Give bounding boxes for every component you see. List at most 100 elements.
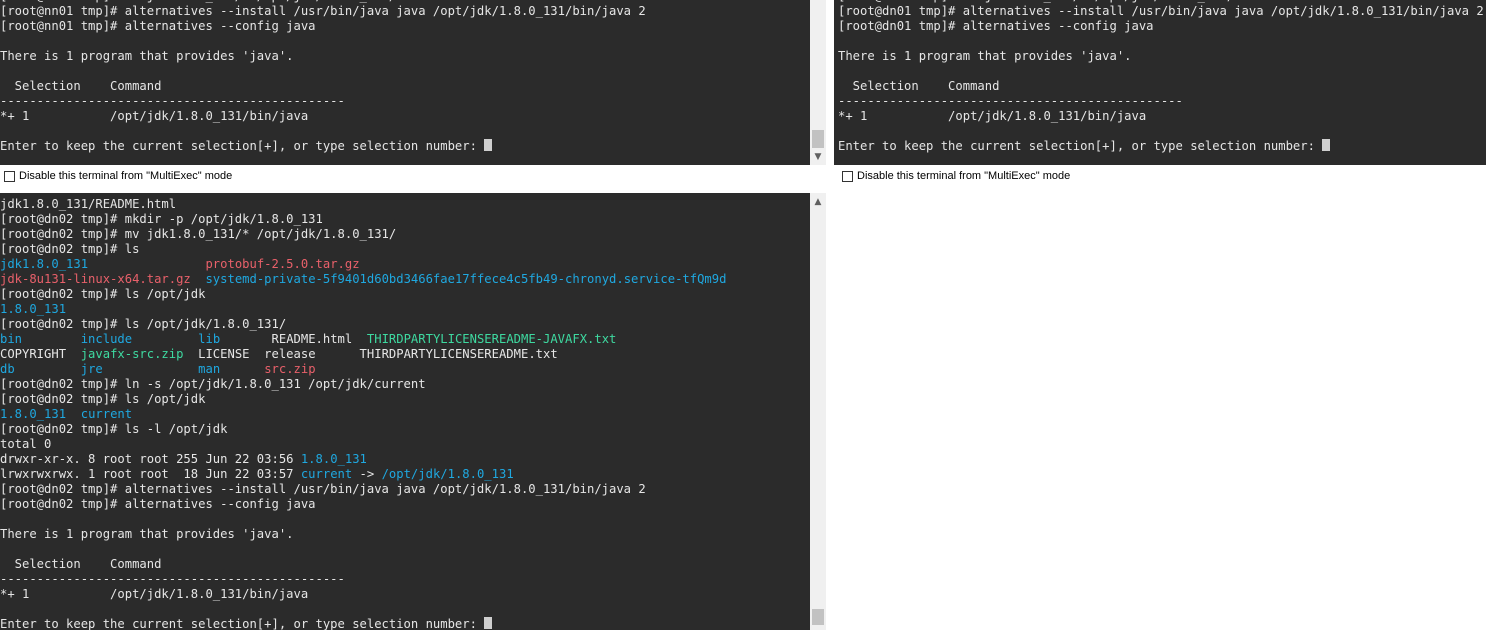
terminal-line: [root@dn02 tmp]# ls /opt/jdk [0, 392, 810, 407]
scroll-up-icon[interactable]: ▲ [810, 197, 826, 207]
terminal-text: ----------------------------------------… [0, 572, 345, 586]
terminal-text: [root@dn01 tmp]# alternatives --install … [838, 4, 1484, 18]
terminal-line: Selection Command [0, 79, 810, 94]
terminal-text: Selection Command [0, 557, 162, 571]
terminal-line: Enter to keep the current selection[+], … [0, 139, 810, 154]
terminal-line: [root@nn01 tmp]# alternatives --config j… [0, 19, 810, 34]
terminal-text: [root@dn02 tmp]# ls /opt/jdk [0, 287, 206, 301]
terminal-text: src.zip [264, 362, 316, 376]
multiexec-label: Disable this terminal from "MultiExec" m… [857, 170, 1071, 182]
terminal-text: Selection Command [0, 79, 162, 93]
terminal-pane-nn01[interactable]: [root@nn01 tmp]# mv jdk1.8.0_131/* /opt/… [0, 0, 810, 165]
terminal-line: drwxr-xr-x. 8 root root 255 Jun 22 03:56… [0, 452, 810, 467]
scrollbar-nn01[interactable]: ▼ [810, 0, 826, 165]
terminal-text: [root@dn02 tmp]# alternatives --install … [0, 482, 646, 496]
terminal-text: Selection Command [838, 79, 1000, 93]
multiexec-checkbox[interactable] [842, 170, 853, 182]
scrollbar-dn02[interactable]: ▲ [810, 193, 826, 630]
terminal-text: README.html [220, 332, 367, 346]
terminal-line: ----------------------------------------… [0, 94, 810, 109]
multiexec-checkbox[interactable] [4, 170, 15, 182]
scrollbar-thumb[interactable] [812, 609, 824, 625]
terminal-text: THIRDPARTYLICENSEREADME-JAVAFX.txt [366, 332, 617, 346]
terminal-line: bin include lib README.html THIRDPARTYLI… [0, 332, 810, 347]
terminal-text: include [80, 332, 133, 346]
terminal-line: [root@dn02 tmp]# ls -l /opt/jdk [0, 422, 810, 437]
terminal-line: lrwxrwxrwx. 1 root root 18 Jun 22 03:57 … [0, 467, 810, 482]
terminal-text: ----------------------------------------… [0, 94, 345, 108]
terminal-text: [root@dn02 tmp]# ls /opt/jdk [0, 392, 206, 406]
terminal-text: /opt/jdk/1.8.0_131 [381, 467, 514, 481]
multiexec-toggle-nn01[interactable]: Disable this terminal from "MultiExec" m… [0, 165, 232, 187]
terminal-pane-dn02[interactable]: jdk1.8.0_131/README.html [root@dn02 tmp]#… [0, 193, 810, 630]
terminal-line: Enter to keep the current selection[+], … [838, 139, 1486, 154]
terminal-text: [root@dn02 tmp]# alternatives --config j… [0, 497, 316, 511]
terminal-text: [root@dn02 tmp]# ls -l /opt/jdk [0, 422, 228, 436]
terminal-text: jdk1.8.0_131/README.html [0, 197, 177, 211]
terminal-text: jre [80, 362, 103, 376]
terminal-cursor [484, 139, 493, 151]
terminal-pane-dn01[interactable]: [root@dn01 tmp]# mv jdk1.8.0_131/* /opt/… [834, 0, 1486, 165]
terminal-text: systemd-private-5f9401d60bd3466fae17ffec… [205, 272, 727, 286]
terminal-text: [root@nn01 tmp]# alternatives --config j… [0, 19, 316, 33]
terminal-text: There is 1 program that provides 'java'. [0, 49, 294, 63]
terminal-cursor [484, 617, 493, 629]
scroll-down-icon[interactable]: ▼ [810, 152, 826, 162]
terminal-line: [root@dn01 tmp]# alternatives --install … [838, 4, 1486, 19]
terminal-text: -> [352, 467, 382, 481]
terminal-line: Selection Command [0, 557, 810, 572]
terminal-text: lrwxrwxrwx. 1 root root 18 Jun 22 03:57 [0, 467, 301, 481]
terminal-text: [root@dn02 tmp]# mkdir -p /opt/jdk/1.8.0… [0, 212, 323, 226]
terminal-line: Enter to keep the current selection[+], … [0, 617, 810, 630]
terminal-line: COPYRIGHT javafx-src.zip LICENSE release… [0, 347, 810, 362]
terminal-text: *+ 1 /opt/jdk/1.8.0_131/bin/java [0, 587, 309, 601]
terminal-output: [root@nn01 tmp]# mv jdk1.8.0_131/* /opt/… [0, 0, 810, 154]
terminal-text: *+ 1 /opt/jdk/1.8.0_131/bin/java [0, 109, 309, 123]
terminal-text: There is 1 program that provides 'java'. [838, 49, 1132, 63]
terminal-text: [root@nn01 tmp]# alternatives --install … [0, 4, 646, 18]
terminal-cursor [1322, 139, 1331, 151]
terminal-line: ----------------------------------------… [0, 572, 810, 587]
terminal-line: There is 1 program that provides 'java'. [838, 49, 1486, 64]
terminal-output: jdk1.8.0_131/README.html [root@dn02 tmp]#… [0, 197, 810, 630]
terminal-text: [root@dn01 tmp]# mv jdk1.8.0_131/* /opt/… [838, 0, 1234, 3]
terminal-line: 1.8.0_131 current [0, 407, 810, 422]
terminal-text: [root@dn01 tmp]# alternatives --config j… [838, 19, 1154, 33]
terminal-line: Selection Command [838, 79, 1486, 94]
terminal-line: [root@dn02 tmp]# alternatives --install … [0, 482, 810, 497]
terminal-line: 1.8.0_131 [0, 302, 810, 317]
terminal-text: ----------------------------------------… [838, 94, 1183, 108]
terminal-line: jdk1.8.0_131/README.html [0, 197, 810, 212]
terminal-text: jdk1.8.0_131 [0, 257, 89, 271]
terminal-text: jdk-8u131-linux-x64.tar.gz [0, 272, 191, 286]
terminal-line: [root@nn01 tmp]# alternatives --install … [0, 4, 810, 19]
scrollbar-thumb[interactable] [812, 130, 824, 148]
terminal-text: javafx-src.zip [80, 347, 184, 361]
terminal-line: [root@dn02 tmp]# ln -s /opt/jdk/1.8.0_13… [0, 377, 810, 392]
terminal-text: current [80, 407, 133, 421]
terminal-text: 1.8.0_131 [300, 452, 367, 466]
terminal-line: total 0 [0, 437, 810, 452]
terminal-text: lib [198, 332, 221, 346]
terminal-line: db jre man src.zip [0, 362, 810, 377]
terminal-line: jdk1.8.0_131 protobuf-2.5.0.tar.gz [0, 257, 810, 272]
terminal-text: There is 1 program that provides 'java'. [0, 527, 294, 541]
terminal-line: *+ 1 /opt/jdk/1.8.0_131/bin/java [0, 109, 810, 124]
terminal-line: *+ 1 /opt/jdk/1.8.0_131/bin/java [0, 587, 810, 602]
terminal-text: [root@dn02 tmp]# ln -s /opt/jdk/1.8.0_13… [0, 377, 426, 391]
multiexec-toggle-dn01[interactable]: Disable this terminal from "MultiExec" m… [838, 165, 1070, 187]
terminal-text: [root@dn02 tmp]# ls /opt/jdk/1.8.0_131/ [0, 317, 287, 331]
terminal-text: Enter to keep the current selection[+], … [0, 617, 485, 630]
terminal-text: [root@nn01 tmp]# mv jdk1.8.0_131/* /opt/… [0, 0, 396, 3]
terminal-text: db [0, 362, 15, 376]
